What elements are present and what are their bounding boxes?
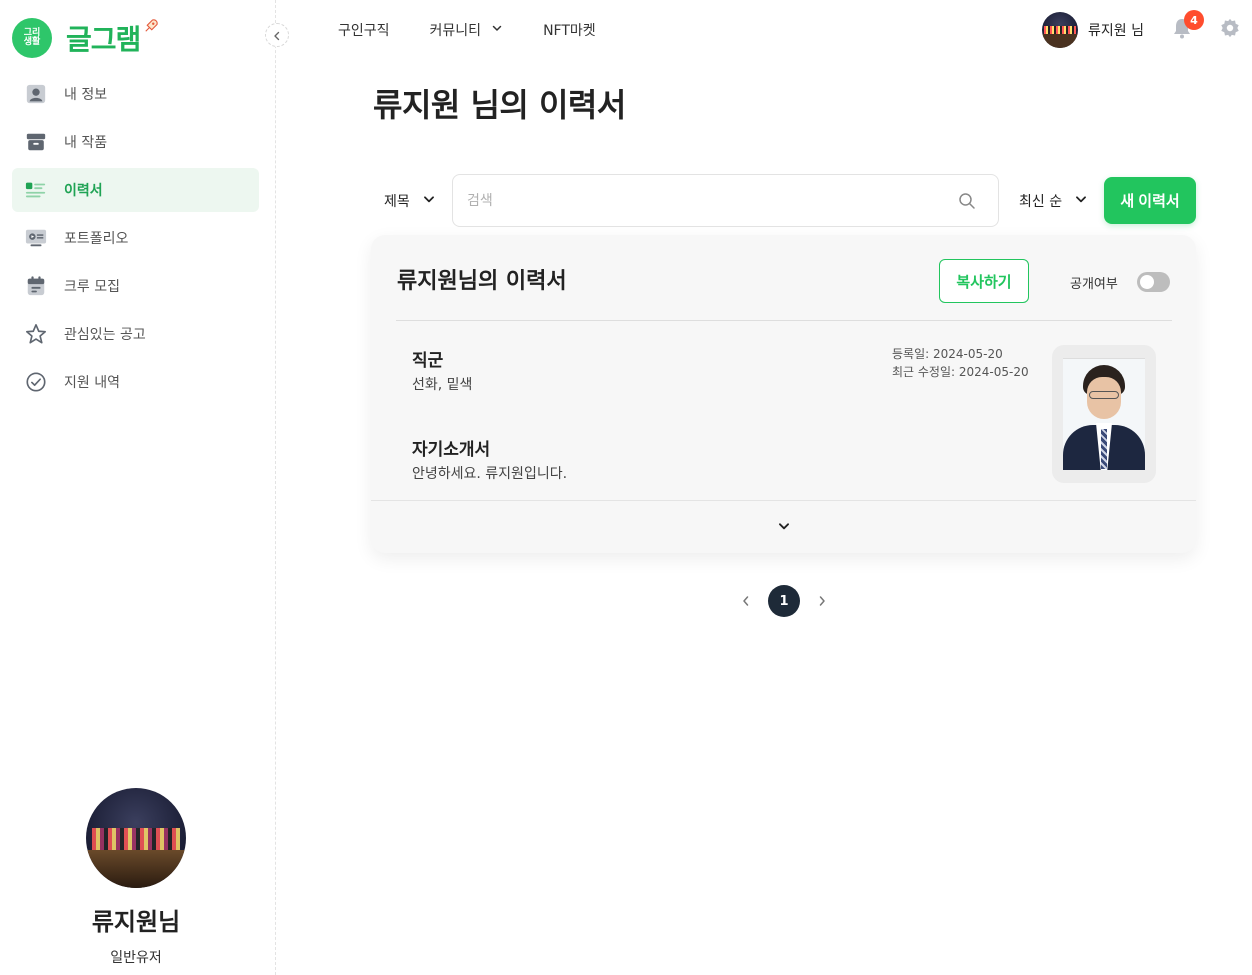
prev-page-button[interactable] [738, 593, 754, 609]
public-label: 공개여부 [1070, 277, 1118, 292]
resume-icon [24, 178, 48, 202]
job-label: 직군 [412, 351, 444, 371]
job-value: 선화, 밑색 [412, 377, 473, 393]
check-circle-icon [24, 370, 48, 394]
notification-button[interactable]: 4 [1170, 10, 1204, 42]
star-icon [24, 322, 48, 346]
profile-role: 일반유저 [110, 950, 162, 966]
sidebar-item-label: 크루 모집 [64, 279, 120, 295]
sidebar-item-label: 이력서 [64, 183, 103, 199]
header-user-area: 류지원 님 4 [1042, 10, 1242, 50]
calendar-icon [24, 274, 48, 298]
gear-icon [1219, 17, 1241, 43]
logo-text: 글그램 [66, 23, 141, 56]
profile-photo [1063, 358, 1145, 470]
resume-dates: 등록일: 2024-05-20 최근 수정일: 2024-05-20 [892, 345, 1029, 381]
registered-date: 등록일: 2024-05-20 [892, 347, 1003, 361]
pagination: 1 [738, 585, 830, 617]
resume-photo [1052, 345, 1156, 483]
sidebar-item-label: 내 작품 [64, 135, 108, 151]
portfolio-icon [24, 226, 48, 250]
sidebar-collapse-button[interactable] [265, 23, 289, 47]
expand-button[interactable] [371, 500, 1196, 553]
page-title: 류지원 님의 이력서 [373, 86, 626, 124]
intro-label: 자기소개서 [412, 440, 491, 460]
field-select-value: 제목 [384, 194, 410, 210]
search-input[interactable] [453, 175, 913, 226]
intro-value: 안녕하세요. 류지원입니다. [412, 466, 568, 482]
sidebar: 그리 생활 글그램 내 정보 내 작품 이력서 포트폴리오 크루 모집 관심있는… [0, 0, 276, 975]
sidebar-item-label: 관심있는 공고 [64, 327, 146, 343]
avatar[interactable] [1042, 12, 1079, 48]
chevron-left-icon [272, 26, 282, 45]
sidebar-item-label: 포트폴리오 [64, 231, 129, 247]
divider [396, 320, 1172, 321]
sidebar-nav: 내 정보 내 작품 이력서 포트폴리오 크루 모집 관심있는 공고 지원 내역 [12, 72, 259, 408]
settings-button[interactable] [1218, 18, 1242, 42]
field-select[interactable]: 제목 [384, 190, 436, 212]
avatar[interactable] [86, 788, 186, 888]
search-box [452, 174, 999, 227]
chevron-down-icon [422, 192, 436, 210]
nav-item-jobs[interactable]: 구인구직 [338, 20, 390, 40]
chevron-down-icon [777, 518, 791, 537]
modified-date: 최근 수정일: 2024-05-20 [892, 365, 1029, 379]
sidebar-item-favorite-jobs[interactable]: 관심있는 공고 [12, 312, 259, 356]
user-icon [24, 82, 48, 106]
profile-name: 류지원님 [91, 908, 181, 936]
notification-badge: 4 [1184, 10, 1204, 30]
public-toggle[interactable] [1137, 272, 1170, 292]
sidebar-item-resume[interactable]: 이력서 [12, 168, 259, 212]
toggle-knob [1140, 275, 1154, 289]
sidebar-item-my-info[interactable]: 내 정보 [12, 72, 259, 116]
top-nav: 구인구직 커뮤니티 NFT마켓 [338, 20, 636, 40]
page-number[interactable]: 1 [768, 585, 800, 617]
logo[interactable]: 그리 생활 글그램 [12, 14, 160, 62]
sidebar-item-crew-recruit[interactable]: 크루 모집 [12, 264, 259, 308]
chevron-down-icon [491, 22, 503, 38]
sidebar-item-label: 지원 내역 [64, 375, 120, 391]
sort-select[interactable]: 최신 순 [1019, 190, 1088, 212]
chevron-down-icon [1074, 192, 1088, 210]
resume-card: 류지원님의 이력서 복사하기 공개여부 직군 선화, 밑색 자기소개서 안녕하세… [371, 235, 1196, 553]
sidebar-item-my-works[interactable]: 내 작품 [12, 120, 259, 164]
logo-badge: 그리 생활 [12, 18, 52, 58]
sidebar-profile: 류지원님 일반유저 [0, 788, 272, 967]
sidebar-item-application-history[interactable]: 지원 내역 [12, 360, 259, 404]
nav-item-label: 커뮤니티 [429, 23, 482, 39]
header-user-name[interactable]: 류지원 님 [1088, 20, 1144, 40]
archive-icon [24, 130, 48, 154]
nav-item-nft-market[interactable]: NFT마켓 [543, 20, 596, 40]
sidebar-item-portfolio[interactable]: 포트폴리오 [12, 216, 259, 260]
search-icon[interactable] [958, 192, 976, 214]
nav-item-label: NFT마켓 [543, 23, 596, 39]
copy-button[interactable]: 복사하기 [939, 259, 1029, 303]
new-resume-button[interactable]: 새 이력서 [1104, 177, 1196, 224]
sidebar-item-label: 내 정보 [64, 87, 108, 103]
resume-card-title[interactable]: 류지원님의 이력서 [397, 263, 567, 295]
nav-item-label: 구인구직 [338, 23, 390, 39]
rocket-icon [142, 17, 160, 39]
next-page-button[interactable] [814, 593, 830, 609]
sort-select-value: 최신 순 [1019, 194, 1063, 210]
nav-item-community[interactable]: 커뮤니티 [430, 20, 504, 40]
